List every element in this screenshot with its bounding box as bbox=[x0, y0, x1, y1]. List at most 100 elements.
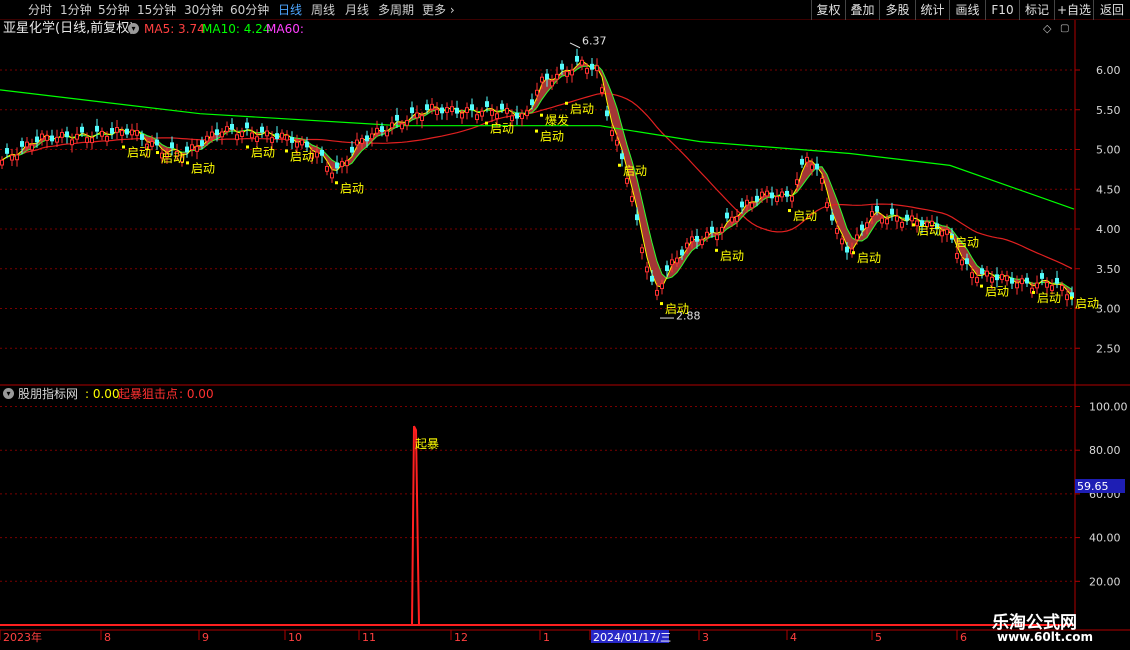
signal-marker bbox=[660, 302, 663, 306]
candle-body bbox=[250, 132, 254, 139]
signal-marker bbox=[285, 149, 288, 153]
toolbar-button[interactable]: 标记 bbox=[1019, 0, 1054, 20]
candle-body bbox=[260, 126, 264, 133]
timeframe-tab[interactable]: 日线 bbox=[278, 1, 302, 19]
timeframe-tab[interactable]: 更多 › bbox=[422, 1, 455, 19]
timeframe-tab[interactable]: 多周期 bbox=[378, 1, 414, 19]
toolbar-button[interactable]: 复权 bbox=[811, 0, 845, 20]
x-tick-label: 10 bbox=[288, 631, 302, 644]
timeframe-tab[interactable]: 周线 bbox=[311, 1, 335, 19]
candle-body bbox=[705, 231, 709, 238]
y-tick-label: 4.00 bbox=[1096, 223, 1121, 236]
candle-body bbox=[745, 199, 749, 206]
candle-body bbox=[380, 126, 384, 132]
candle-body bbox=[715, 234, 719, 241]
signal-label: 启动 bbox=[290, 149, 314, 163]
candle-body bbox=[790, 195, 794, 202]
signal-marker bbox=[618, 163, 621, 167]
toolbar-button[interactable]: F10 bbox=[985, 0, 1019, 20]
candle-body bbox=[775, 196, 779, 202]
candle-body bbox=[885, 218, 889, 225]
signal-label: 启动 bbox=[665, 302, 689, 316]
candle-body bbox=[555, 73, 559, 80]
y-tick-label: 5.50 bbox=[1096, 104, 1121, 117]
candle-body bbox=[650, 275, 654, 282]
candle-body bbox=[285, 134, 289, 141]
candle-body bbox=[985, 270, 989, 277]
candle-body bbox=[435, 109, 439, 115]
candle-body bbox=[420, 115, 424, 121]
timeframe-tab[interactable]: 60分钟 bbox=[230, 1, 269, 19]
candle-body bbox=[400, 123, 404, 130]
toolbar-button[interactable]: 画线 bbox=[949, 0, 985, 20]
candle-body bbox=[965, 258, 969, 265]
candle-body bbox=[320, 149, 324, 156]
signal-label: 启动 bbox=[340, 181, 364, 195]
candle-body bbox=[75, 133, 79, 140]
y-tick-label: 6.00 bbox=[1096, 64, 1121, 77]
candle-body bbox=[90, 137, 94, 144]
signal-marker bbox=[540, 113, 543, 117]
x-tick-label: 5 bbox=[875, 631, 882, 644]
timeframe-tab[interactable]: 30分钟 bbox=[184, 1, 223, 19]
candle-body bbox=[500, 103, 504, 110]
signal-label: 启动 bbox=[251, 145, 275, 159]
x-tick-label: 4 bbox=[790, 631, 797, 644]
x-tick-label: 8 bbox=[104, 631, 111, 644]
candle-body bbox=[545, 73, 549, 80]
timeframe-tab[interactable]: 月线 bbox=[345, 1, 369, 19]
candle-body bbox=[765, 190, 769, 197]
chart-canvas[interactable]: 2.50 3.00 3.50 4.00 4.50 5.00 5.50 6.00 2023年 8 9 1… bbox=[0, 20, 1130, 650]
candle-body bbox=[665, 265, 669, 272]
candle-body bbox=[605, 110, 609, 117]
candle-body bbox=[685, 242, 689, 249]
signal-marker bbox=[950, 235, 953, 239]
candle-body bbox=[735, 216, 739, 222]
candle-body bbox=[465, 107, 469, 113]
signal-label: 启动 bbox=[985, 285, 1009, 299]
signal-label: 启动 bbox=[720, 249, 744, 263]
toolbar-button[interactable]: 多股 bbox=[879, 0, 915, 20]
timeframe-tab[interactable]: 5分钟 bbox=[98, 1, 130, 19]
timeframe-tab[interactable]: 分时 bbox=[28, 1, 52, 19]
candle-body bbox=[85, 137, 89, 143]
candle-body bbox=[405, 120, 409, 126]
candle-body bbox=[270, 137, 274, 143]
candle-body bbox=[1065, 294, 1069, 301]
toolbar-button[interactable]: 返回 bbox=[1093, 0, 1130, 20]
y-tick-label: 3.00 bbox=[1096, 303, 1121, 316]
candle-body bbox=[535, 89, 539, 96]
signal-marker bbox=[852, 251, 855, 255]
candle-body bbox=[845, 246, 849, 253]
candle-body bbox=[1060, 285, 1064, 291]
candle-body bbox=[315, 151, 319, 158]
toolbar-button[interactable]: +自选 bbox=[1054, 0, 1093, 20]
signal-marker bbox=[246, 145, 249, 149]
candle-body bbox=[1050, 285, 1054, 291]
timeframe-tab[interactable]: 15分钟 bbox=[137, 1, 176, 19]
toolbar-button[interactable]: 统计 bbox=[915, 0, 949, 20]
candle-body bbox=[520, 113, 524, 119]
candle-body bbox=[480, 110, 484, 117]
candle-body bbox=[205, 135, 209, 142]
timeframe-tab[interactable]: 1分钟 bbox=[60, 1, 92, 19]
candle-body bbox=[460, 112, 464, 119]
candle-body bbox=[440, 107, 444, 114]
candle-body bbox=[360, 138, 364, 144]
high-annotation: 6.37 bbox=[582, 35, 607, 48]
watermark-url: www.60lt.com bbox=[997, 630, 1094, 644]
candle-body bbox=[910, 215, 914, 222]
ma60-line bbox=[1, 92, 1073, 270]
candle-body bbox=[995, 274, 999, 281]
candle-body bbox=[35, 136, 39, 143]
candle-body bbox=[275, 133, 279, 139]
candle-body bbox=[515, 112, 519, 119]
candle-body bbox=[530, 99, 534, 106]
signal-label: 爆发 bbox=[545, 113, 569, 128]
candle-body bbox=[720, 226, 724, 233]
toolbar-button[interactable]: 叠加 bbox=[845, 0, 879, 20]
candle-body bbox=[510, 115, 514, 122]
candle-body bbox=[780, 191, 784, 198]
candle-body bbox=[1015, 282, 1019, 289]
candle-body bbox=[975, 277, 979, 283]
